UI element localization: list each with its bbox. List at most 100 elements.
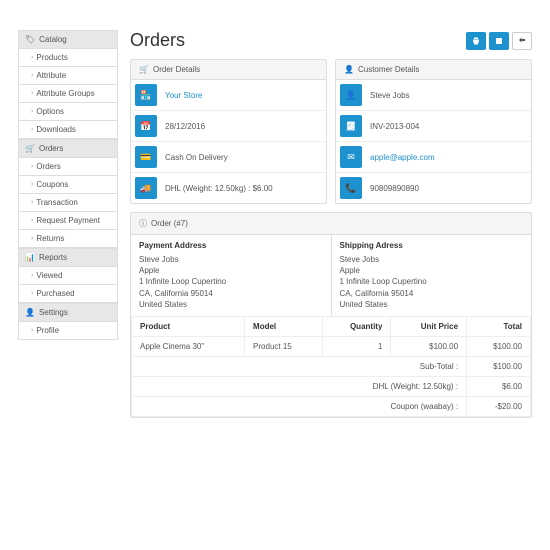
- sidebar-item-label: Products: [36, 53, 68, 62]
- total-value: $6.00: [467, 376, 531, 396]
- action-buttons: [466, 32, 532, 50]
- total-label: Sub-Total :: [132, 356, 467, 376]
- chevron-icon: ›: [31, 235, 33, 242]
- sidebar-item-attribute[interactable]: ›Attribute: [18, 67, 118, 85]
- main-content: Orders 🛒 Order Details 🏪Your Store 📅28/12…: [130, 30, 532, 418]
- address-line: CA, California 95014: [340, 288, 524, 299]
- sidebar-item-orders[interactable]: ›Orders: [18, 158, 118, 176]
- user-icon: 👤: [25, 308, 35, 317]
- sidebar-item-label: Returns: [36, 234, 64, 243]
- panel-title: Customer Details: [358, 65, 419, 74]
- sidebar-item-downloads[interactable]: ›Downloads: [18, 121, 118, 139]
- sidebar-item-label: Profile: [36, 326, 59, 335]
- truck-icon: 🚚: [135, 177, 157, 199]
- customer-details-panel: 👤Customer Details 👤Steve Jobs 🧾INV-2013-…: [335, 59, 532, 204]
- sidebar-item-label: Options: [36, 107, 64, 116]
- address-line: CA, California 95014: [139, 288, 323, 299]
- chevron-icon: ›: [31, 327, 33, 334]
- user-icon: 👤: [344, 65, 354, 74]
- total-value: -$20.00: [467, 396, 531, 416]
- sidebar-item-label: Coupons: [36, 180, 68, 189]
- tag-icon: 🏷: [25, 35, 35, 44]
- phone-icon: 📞: [340, 177, 362, 199]
- cell: $100.00: [391, 336, 467, 356]
- address-line: 1 Infinite Loop Cupertino: [340, 276, 524, 287]
- chevron-icon: ›: [31, 108, 33, 115]
- store-link[interactable]: Your Store: [161, 80, 207, 110]
- address-heading: Shipping Adress: [340, 241, 524, 250]
- sidebar-item-viewed[interactable]: ›Viewed: [18, 267, 118, 285]
- sidebar-item-label: Attribute: [36, 71, 66, 80]
- panel-title: Order (#7): [151, 219, 188, 228]
- sidebar-item-profile[interactable]: ›Profile: [18, 322, 118, 340]
- shipping-method: DHL (Weight: 12.50kg) : $6.00: [161, 173, 277, 203]
- sidebar-item-attribute-groups[interactable]: ›Attribute Groups: [18, 85, 118, 103]
- shipping-address: Shipping Adress Steve JobsApple1 Infinit…: [332, 235, 532, 316]
- customer-name: Steve Jobs: [366, 80, 414, 110]
- sidebar-item-products[interactable]: ›Products: [18, 49, 118, 67]
- chevron-icon: ›: [31, 290, 33, 297]
- sidebar-group-settings[interactable]: 👤 Settings: [18, 303, 118, 322]
- group-label: Orders: [39, 144, 63, 153]
- doc-icon: 🧾: [340, 115, 362, 137]
- chevron-icon: ›: [31, 163, 33, 170]
- address-line: Steve Jobs: [340, 254, 524, 265]
- sidebar-item-purchased[interactable]: ›Purchased: [18, 285, 118, 303]
- sidebar-item-label: Attribute Groups: [36, 89, 94, 98]
- customer-email[interactable]: apple@apple.com: [366, 142, 439, 172]
- chevron-icon: ›: [31, 90, 33, 97]
- invoice-button[interactable]: [489, 32, 509, 50]
- sidebar-item-options[interactable]: ›Options: [18, 103, 118, 121]
- col-qty: Quantity: [322, 316, 391, 336]
- total-value: $100.00: [467, 356, 531, 376]
- chevron-icon: ›: [31, 272, 33, 279]
- chevron-icon: ›: [31, 199, 33, 206]
- group-label: Reports: [39, 253, 67, 262]
- print-button[interactable]: [466, 32, 486, 50]
- sidebar-group-orders[interactable]: 🛒 Orders: [18, 139, 118, 158]
- sidebar-group-catalog[interactable]: 🏷 Catalog: [18, 30, 118, 49]
- total-label: Coupon (waabay) :: [132, 396, 467, 416]
- address-line: Apple: [340, 265, 524, 276]
- sidebar-item-returns[interactable]: ›Returns: [18, 230, 118, 248]
- total-row: Sub-Total :$100.00: [132, 356, 531, 376]
- chart-icon: 📊: [25, 253, 35, 262]
- table-row: Apple Cinema 30"Product 151$100.00$100.0…: [132, 336, 531, 356]
- sidebar-item-label: Viewed: [36, 271, 62, 280]
- order-items-panel: ⓘOrder (#7) Payment Address Steve JobsAp…: [130, 212, 532, 418]
- sidebar-item-coupons[interactable]: ›Coupons: [18, 176, 118, 194]
- total-label: DHL (Weight: 12.50kg) :: [132, 376, 467, 396]
- sidebar-item-label: Orders: [36, 162, 60, 171]
- user-icon: 👤: [340, 84, 362, 106]
- sidebar-item-label: Purchased: [36, 289, 74, 298]
- sidebar-item-label: Request Payment: [36, 216, 100, 225]
- sidebar-item-transaction[interactable]: ›Transaction: [18, 194, 118, 212]
- store-icon: 🏪: [135, 84, 157, 106]
- address-line: United States: [340, 299, 524, 310]
- page-title: Orders: [130, 30, 185, 51]
- sidebar-group-reports[interactable]: 📊 Reports: [18, 248, 118, 267]
- sidebar-item-label: Transaction: [36, 198, 78, 207]
- info-icon: ⓘ: [139, 218, 147, 229]
- col-product: Product: [132, 316, 245, 336]
- group-label: Catalog: [39, 35, 67, 44]
- address-line: 1 Infinite Loop Cupertino: [139, 276, 323, 287]
- panel-title: Order Details: [153, 65, 200, 74]
- order-date: 28/12/2016: [161, 111, 209, 141]
- cell: Product 15: [245, 336, 323, 356]
- card-icon: 💳: [135, 146, 157, 168]
- chevron-icon: ›: [31, 217, 33, 224]
- sidebar-item-request-payment[interactable]: ›Request Payment: [18, 212, 118, 230]
- address-heading: Payment Address: [139, 241, 323, 250]
- col-unit: Unit Price: [391, 316, 467, 336]
- back-button[interactable]: [512, 32, 532, 50]
- address-line: Apple: [139, 265, 323, 276]
- product-link[interactable]: Apple Cinema 30": [132, 336, 245, 356]
- cart-icon: 🛒: [139, 65, 149, 74]
- cell: $100.00: [467, 336, 531, 356]
- group-label: Settings: [39, 308, 68, 317]
- chevron-icon: ›: [31, 126, 33, 133]
- order-details-panel: 🛒 Order Details 🏪Your Store 📅28/12/2016 💳…: [130, 59, 327, 204]
- calendar-icon: 📅: [135, 115, 157, 137]
- cart-icon: 🛒: [25, 144, 35, 153]
